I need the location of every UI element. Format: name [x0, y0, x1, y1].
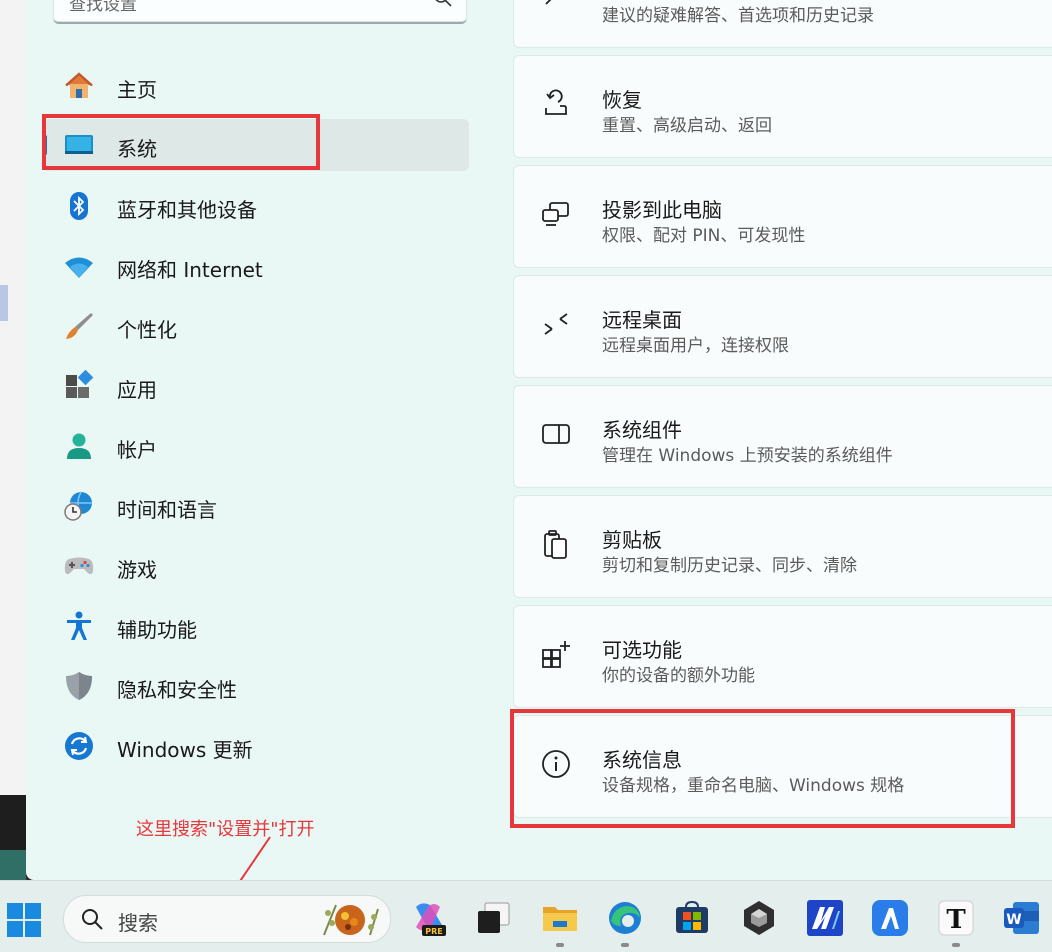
- edge-browser-icon[interactable]: [606, 899, 644, 937]
- nav-item-windows-update[interactable]: Windows 更新: [43, 720, 469, 772]
- a-app-icon[interactable]: [871, 899, 909, 937]
- 3d-app-icon[interactable]: [740, 899, 778, 937]
- nav-label: 应用: [117, 378, 157, 402]
- search-icon: [435, 0, 452, 7]
- search-icon: [82, 909, 103, 930]
- components-icon: [542, 424, 570, 444]
- clipboard-icon: [544, 530, 567, 559]
- nav-item-time-language[interactable]: 时间和语言: [43, 480, 469, 532]
- typora-letter: T: [946, 905, 966, 935]
- nav-label: 辅助功能: [117, 618, 197, 642]
- search-highlight-decoration-icon: [323, 904, 379, 936]
- running-indicator: [556, 943, 564, 947]
- home-icon: [65, 72, 93, 98]
- nav-label: 蓝牙和其他设备: [117, 198, 257, 222]
- wifi-icon: [65, 257, 93, 278]
- card-subtitle: 管理在 Windows 上预安装的系统组件: [602, 446, 893, 466]
- card-subtitle: 你的设备的额外功能: [602, 666, 755, 686]
- nav-label: Windows 更新: [117, 738, 253, 762]
- nav-item-home[interactable]: 主页: [43, 60, 469, 112]
- typora-icon[interactable]: T: [937, 899, 975, 937]
- card-title: 可选功能: [602, 638, 682, 662]
- optional-features-icon: [542, 641, 570, 668]
- strip-accent: [0, 285, 8, 321]
- search-placeholder: 查找设置: [69, 0, 137, 15]
- task-view-icon[interactable]: [475, 899, 513, 937]
- strip-teal: [0, 850, 26, 880]
- card-title: 远程桌面: [602, 308, 682, 332]
- strip-dark: [0, 795, 26, 850]
- start-button[interactable]: [6, 902, 42, 938]
- card-subtitle: 远程桌面用户，连接权限: [602, 336, 789, 356]
- account-icon: [67, 433, 91, 459]
- nav-label: 游戏: [117, 558, 157, 582]
- nav-label: 隐私和安全性: [117, 678, 237, 702]
- highlight-system-nav: [42, 114, 320, 170]
- card-system-components[interactable]: 系统组件 管理在 Windows 上预安装的系统组件: [513, 385, 1052, 488]
- taskbar: 搜索 PRE T W: [0, 880, 1052, 952]
- recovery-icon: [545, 89, 567, 115]
- background-window-strip: [0, 0, 26, 880]
- running-indicator: [621, 943, 629, 947]
- word-icon[interactable]: W: [1003, 899, 1041, 937]
- bluetooth-icon: [70, 192, 88, 220]
- highlight-about-card: [510, 709, 1015, 828]
- card-recovery[interactable]: 恢复 重置、高级启动、返回: [513, 55, 1052, 158]
- card-title: 恢复: [602, 88, 642, 112]
- nav-item-privacy[interactable]: 隐私和安全性: [43, 660, 469, 712]
- card-title: 投影到此电脑: [602, 198, 722, 222]
- accessibility-icon: [67, 611, 91, 640]
- globe-clock-icon: [64, 491, 92, 521]
- nav-item-accounts[interactable]: 帐户: [43, 420, 469, 472]
- taskbar-search-box[interactable]: 搜索: [63, 895, 391, 943]
- m-app-icon[interactable]: [806, 899, 844, 937]
- nav-item-gaming[interactable]: 游戏: [43, 540, 469, 592]
- file-explorer-icon[interactable]: [541, 899, 579, 937]
- gamepad-icon: [64, 557, 94, 575]
- copilot-icon[interactable]: PRE: [410, 899, 448, 937]
- card-subtitle: 剪切和复制历史记录、同步、清除: [602, 556, 857, 576]
- card-remote-desktop[interactable]: 远程桌面 远程桌面用户，连接权限: [513, 275, 1052, 378]
- shield-icon: [66, 672, 92, 700]
- store-icon[interactable]: [673, 899, 711, 937]
- card-projection[interactable]: 投影到此电脑 权限、配对 PIN、可发现性: [513, 165, 1052, 268]
- nav-item-accessibility[interactable]: 辅助功能: [43, 600, 469, 652]
- apps-icon: [66, 370, 94, 398]
- card-subtitle: 重置、高级启动、返回: [602, 116, 772, 136]
- nav-label: 帐户: [117, 438, 157, 462]
- remote-desktop-icon: [544, 313, 568, 335]
- card-subtitle: 建议的疑难解答、首选项和历史记录: [602, 6, 874, 26]
- card-optional-features[interactable]: 可选功能 你的设备的额外功能: [513, 605, 1052, 708]
- update-icon: [65, 732, 93, 760]
- card-subtitle: 权限、配对 PIN、可发现性: [602, 226, 806, 246]
- nav-item-personalization[interactable]: 个性化: [43, 300, 469, 352]
- settings-search-input[interactable]: 查找设置: [53, 0, 467, 24]
- card-troubleshoot[interactable]: 建议的疑难解答、首选项和历史记录: [513, 0, 1052, 48]
- nav-item-network[interactable]: 网络和 Internet: [43, 240, 469, 292]
- nav-label: 主页: [117, 78, 157, 102]
- wrench-icon: [545, 0, 552, 5]
- nav-label: 个性化: [117, 318, 177, 342]
- word-letter: W: [1006, 912, 1021, 928]
- nav-label: 时间和语言: [117, 498, 217, 522]
- running-indicator: [952, 943, 960, 947]
- brush-icon: [66, 313, 93, 339]
- nav-label: 网络和 Internet: [117, 258, 263, 282]
- copilot-badge: PRE: [425, 927, 443, 936]
- nav-item-bluetooth[interactable]: 蓝牙和其他设备: [43, 180, 469, 232]
- card-title: 剪贴板: [602, 528, 662, 552]
- card-title: 系统组件: [602, 418, 682, 442]
- card-clipboard[interactable]: 剪贴板 剪切和复制历史记录、同步、清除: [513, 495, 1052, 598]
- projection-icon: [542, 202, 569, 226]
- taskbar-search-label: 搜索: [118, 911, 158, 935]
- nav-item-apps[interactable]: 应用: [43, 360, 469, 412]
